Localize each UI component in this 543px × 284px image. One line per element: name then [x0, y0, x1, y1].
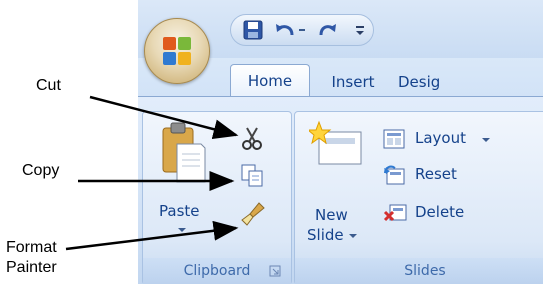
- clipboard-group-label: Clipboard: [143, 258, 291, 284]
- clipboard-label-text: Clipboard: [183, 263, 251, 279]
- paste-dropdown-icon: [178, 228, 186, 232]
- copy-icon: [241, 164, 263, 187]
- paintbrush-icon: [241, 202, 265, 226]
- cut-button[interactable]: [239, 126, 265, 150]
- new-slide-dropdown-icon: [349, 234, 358, 238]
- paste-button[interactable]: Paste: [153, 120, 213, 250]
- copy-annotation: Copy: [22, 162, 60, 179]
- tab-home[interactable]: Home: [230, 64, 310, 97]
- dialog-launcher-icon[interactable]: [269, 265, 281, 277]
- ribbon-panel: Paste Clipboard New Slide Layout Reset D…: [138, 96, 543, 284]
- format-painter-annotation-line2: Painter: [6, 259, 57, 276]
- paste-icon: [162, 122, 206, 183]
- new-slide-label-line1: New: [315, 206, 348, 224]
- new-slide-label-text: Slide: [307, 226, 344, 244]
- customize-qat-icon[interactable]: [353, 19, 367, 41]
- delete-label: Delete: [415, 203, 465, 221]
- layout-dropdown-icon: [482, 138, 490, 142]
- reset-icon: [384, 165, 405, 185]
- slides-group: New Slide Layout Reset Delete Slides: [294, 111, 543, 284]
- layout-icon: [383, 129, 405, 149]
- clipboard-group: Paste Clipboard: [142, 111, 292, 284]
- cut-annotation: Cut: [36, 77, 61, 94]
- layout-label: Layout: [415, 129, 466, 147]
- redo-icon[interactable]: [315, 19, 339, 41]
- format-painter-annotation-line1: Format: [6, 239, 57, 256]
- copy-button[interactable]: [239, 162, 265, 188]
- new-slide-label-line2: Slide: [307, 226, 358, 244]
- delete-icon: [383, 204, 407, 222]
- save-icon[interactable]: [241, 19, 265, 41]
- quick-access-toolbar: [230, 14, 374, 46]
- undo-dropdown-icon[interactable]: [297, 19, 309, 41]
- tab-insert[interactable]: Insert: [318, 68, 388, 96]
- powerpoint-ribbon: Home Insert Desig Paste Clipboard New Sl…: [138, 0, 543, 284]
- layout-button[interactable]: Layout: [383, 126, 543, 152]
- new-slide-icon: [309, 120, 362, 165]
- paste-label: Paste: [159, 202, 200, 220]
- tab-design[interactable]: Desig: [398, 68, 488, 96]
- format-painter-button[interactable]: [239, 200, 267, 228]
- scissors-icon: [242, 127, 262, 150]
- reset-button[interactable]: Reset: [383, 162, 503, 188]
- undo-icon[interactable]: [273, 19, 297, 41]
- reset-label: Reset: [415, 165, 457, 183]
- delete-button[interactable]: Delete: [383, 200, 503, 226]
- slides-group-label: Slides: [295, 258, 543, 284]
- ribbon-tabs: Home Insert Desig: [138, 60, 543, 97]
- new-slide-button[interactable]: New Slide: [305, 118, 369, 250]
